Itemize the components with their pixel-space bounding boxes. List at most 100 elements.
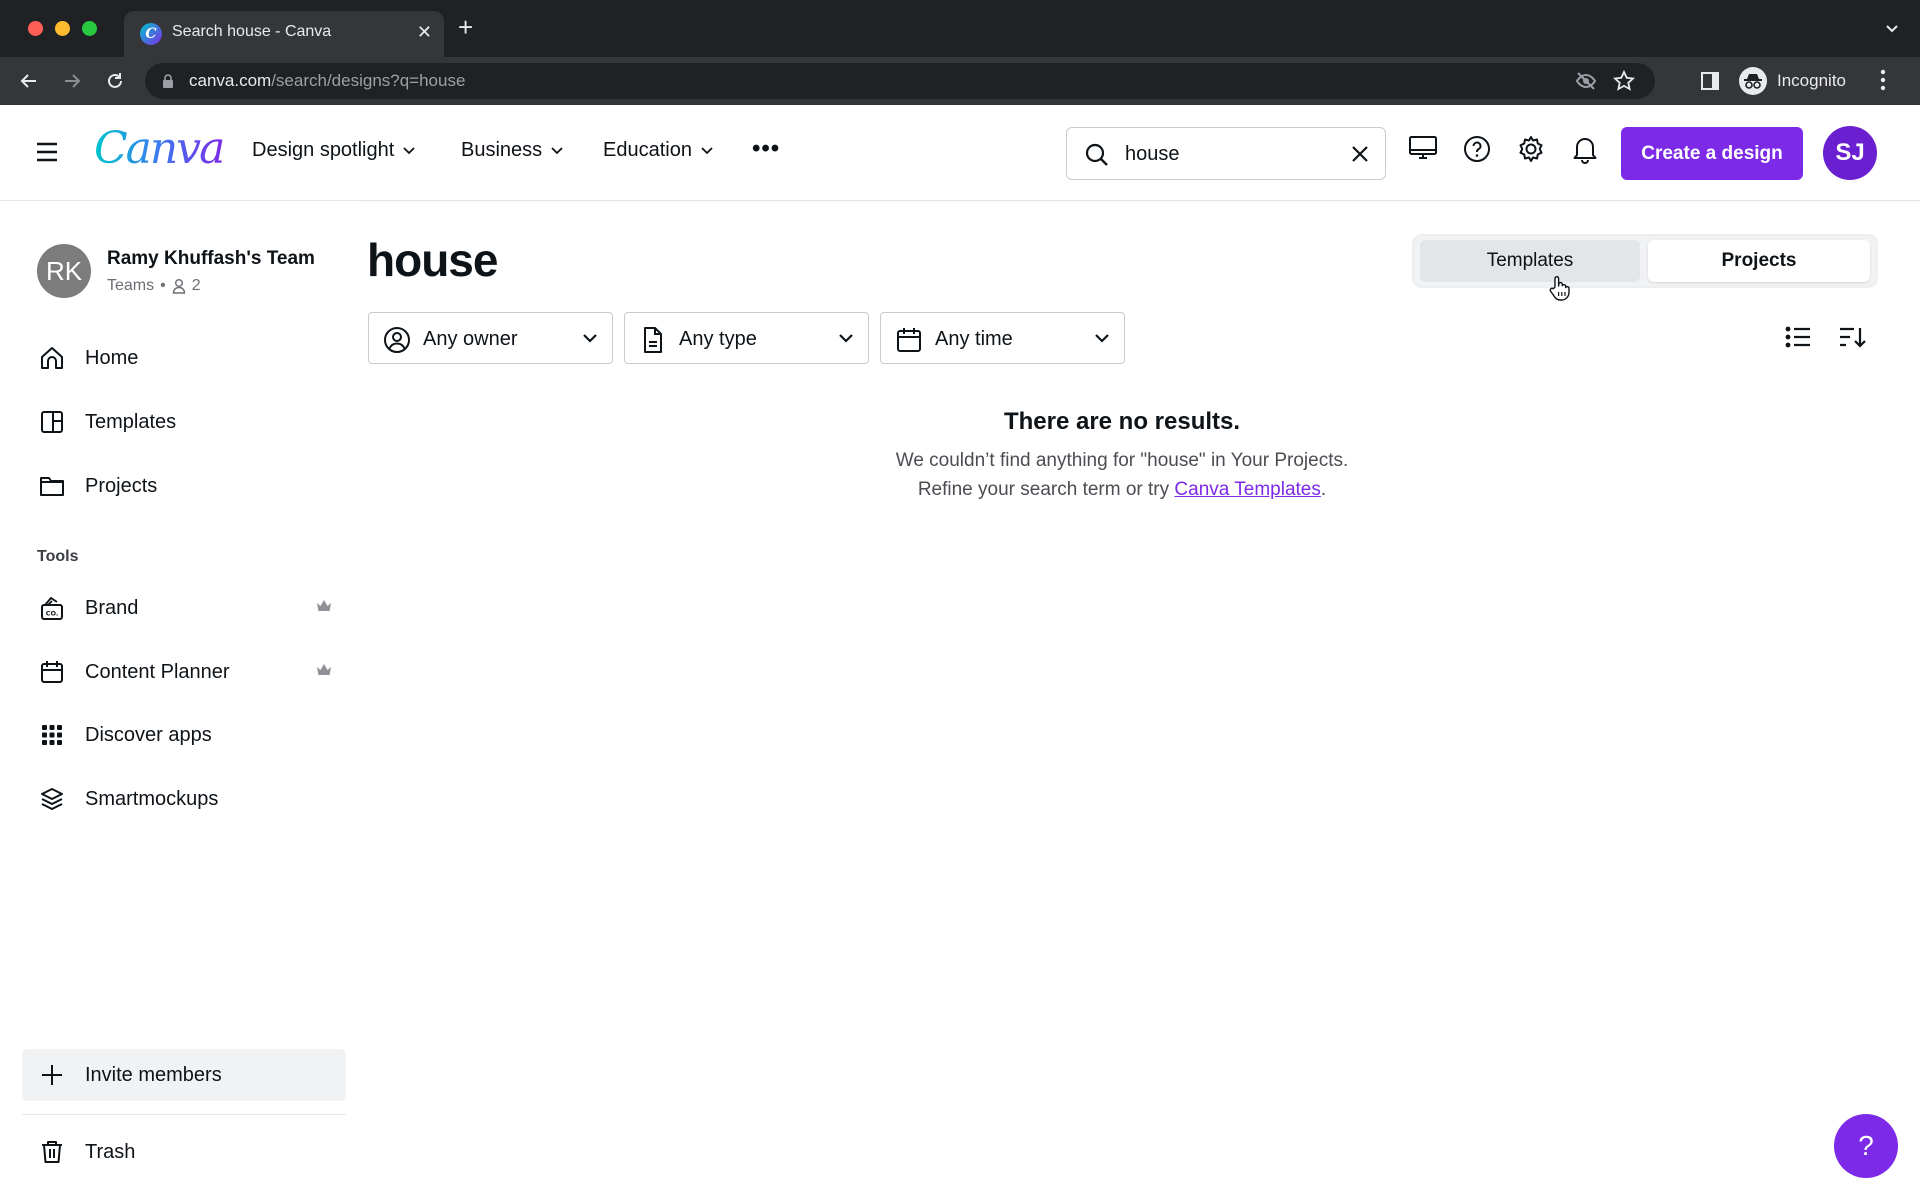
tab-close-icon[interactable]: ✕: [417, 22, 432, 43]
bookmark-star-icon[interactable]: [1613, 70, 1635, 92]
url-path: /search/designs?q=house: [271, 71, 466, 90]
time-filter-dropdown[interactable]: Any time: [880, 312, 1125, 364]
chevron-down-icon: [701, 146, 713, 154]
sidebar-item-label: Smartmockups: [85, 787, 219, 810]
address-bar[interactable]: canva.com/search/designs?q=house: [145, 63, 1655, 99]
page-title: house: [367, 234, 498, 286]
sidebar-item-label: Discover apps: [85, 723, 212, 746]
chevron-down-icon: [403, 146, 415, 154]
empty-state-message: We couldn’t find anything for "house" in…: [895, 450, 1349, 471]
search-icon: [1084, 142, 1110, 168]
search-box[interactable]: [1066, 127, 1386, 180]
chevron-down-icon: [551, 146, 563, 154]
user-circle-icon: [384, 327, 410, 353]
browser-tab[interactable]: C Search house - Canva ✕: [124, 11, 444, 57]
search-input[interactable]: [1125, 140, 1325, 168]
plus-icon: [42, 1065, 62, 1085]
team-plan: Teams: [107, 277, 155, 294]
settings-gear-icon[interactable]: [1516, 134, 1546, 164]
brand-kit-icon: CO.: [41, 596, 63, 620]
layers-icon: [41, 788, 63, 810]
separator-dot: •: [160, 277, 166, 294]
lock-icon[interactable]: [162, 74, 174, 88]
tab-search-chevron-icon[interactable]: [1884, 20, 1900, 36]
more-options-icon[interactable]: •••: [752, 135, 780, 163]
owner-filter-dropdown[interactable]: Any owner: [368, 312, 613, 364]
nav-business[interactable]: Business: [461, 139, 564, 162]
browser-toolbar: canva.com/search/designs?q=house Incogni…: [0, 57, 1920, 105]
canva-logo[interactable]: Canva: [94, 123, 225, 174]
notifications-bell-icon[interactable]: [1571, 134, 1599, 164]
folder-icon: [40, 477, 64, 496]
trash-icon: [42, 1141, 62, 1163]
type-filter-dropdown[interactable]: Any type: [624, 312, 869, 364]
sidebar-item-home[interactable]: Home: [22, 332, 346, 384]
new-tab-plus-icon[interactable]: +: [458, 14, 473, 40]
desktop-app-icon[interactable]: [1408, 134, 1438, 162]
incognito-profile-button[interactable]: Incognito: [1735, 63, 1860, 99]
sidebar-item-brand[interactable]: CO. Brand: [22, 582, 346, 634]
list-view-icon[interactable]: [1785, 325, 1811, 349]
nav-design-spotlight[interactable]: Design spotlight: [252, 139, 416, 162]
forward-arrow-icon[interactable]: [58, 67, 86, 95]
window-maximize-button[interactable]: [82, 21, 97, 36]
canva-templates-link[interactable]: Canva Templates: [1174, 479, 1320, 500]
pro-crown-icon: [317, 600, 331, 611]
suggestion-prefix: Refine your search term or try: [917, 479, 1175, 500]
empty-state: There are no results. We couldn’t find a…: [822, 408, 1422, 501]
help-icon[interactable]: [1462, 134, 1492, 164]
nav-label: Design spotlight: [252, 139, 395, 161]
chevron-down-icon: [583, 334, 597, 343]
team-member-count: 2: [191, 277, 201, 294]
user-avatar[interactable]: SJ: [1823, 126, 1877, 180]
templates-icon: [41, 411, 63, 433]
sidebar-item-smartmockups[interactable]: Smartmockups: [22, 773, 346, 825]
invite-members-button[interactable]: Invite members: [22, 1049, 346, 1101]
svg-text:CO.: CO.: [46, 610, 59, 618]
sort-icon[interactable]: [1838, 325, 1866, 349]
nav-education[interactable]: Education: [603, 139, 714, 162]
reload-icon[interactable]: [101, 67, 129, 95]
sidebar: RK Ramy Khuffash's Team Teams • 2 Home T…: [0, 201, 360, 1200]
sidebar-item-label: Content Planner: [85, 660, 230, 683]
hamburger-menu-icon[interactable]: [35, 141, 59, 163]
window-close-button[interactable]: [28, 21, 43, 36]
sidebar-item-discover-apps[interactable]: Discover apps: [22, 709, 346, 761]
sidebar-item-projects[interactable]: Projects: [22, 460, 346, 512]
chevron-down-icon: [1095, 334, 1109, 343]
tab-templates[interactable]: Templates: [1420, 240, 1640, 282]
tab-strip: C Search house - Canva ✕ +: [0, 0, 1920, 57]
nav-label: Business: [461, 139, 543, 161]
templates-projects-toggle: Templates Projects: [1414, 236, 1876, 286]
sidebar-item-templates[interactable]: Templates: [22, 396, 346, 448]
create-design-button[interactable]: Create a design: [1621, 127, 1803, 180]
empty-state-title: There are no results.: [1003, 408, 1241, 435]
home-icon: [41, 347, 63, 369]
browser-chrome: C Search house - Canva ✕ + canva.com/sea…: [0, 0, 1920, 105]
side-panel-icon[interactable]: [1700, 71, 1720, 91]
tab-projects[interactable]: Projects: [1648, 240, 1870, 282]
team-name[interactable]: Ramy Khuffash's Team: [107, 248, 315, 270]
sidebar-item-content-planner[interactable]: Content Planner: [22, 646, 346, 698]
eye-off-icon[interactable]: [1575, 71, 1597, 91]
hand-cursor-icon: [1548, 275, 1570, 301]
browser-menu-kebab-icon[interactable]: [1880, 69, 1886, 91]
clear-search-icon[interactable]: [1349, 143, 1371, 165]
canva-header: Canva Design spotlight Business Educatio…: [0, 105, 1920, 201]
sidebar-item-trash[interactable]: Trash: [22, 1126, 346, 1178]
team-avatar[interactable]: RK: [37, 244, 91, 298]
incognito-icon: [1739, 67, 1767, 95]
url-text[interactable]: canva.com/search/designs?q=house: [189, 71, 465, 91]
help-button[interactable]: ?: [1834, 1114, 1898, 1178]
sidebar-item-label: Projects: [85, 474, 158, 497]
back-arrow-icon[interactable]: [15, 67, 43, 95]
filter-label: Any type: [679, 328, 757, 350]
canva-favicon-icon: C: [140, 23, 162, 45]
window-minimize-button[interactable]: [55, 21, 70, 36]
chevron-down-icon: [839, 334, 853, 343]
sidebar-divider: [22, 1114, 346, 1115]
apps-grid-icon: [42, 725, 62, 745]
sidebar-item-label: Templates: [85, 410, 177, 433]
filter-label: Any owner: [423, 328, 518, 350]
tab-title: Search house - Canva: [172, 23, 332, 40]
